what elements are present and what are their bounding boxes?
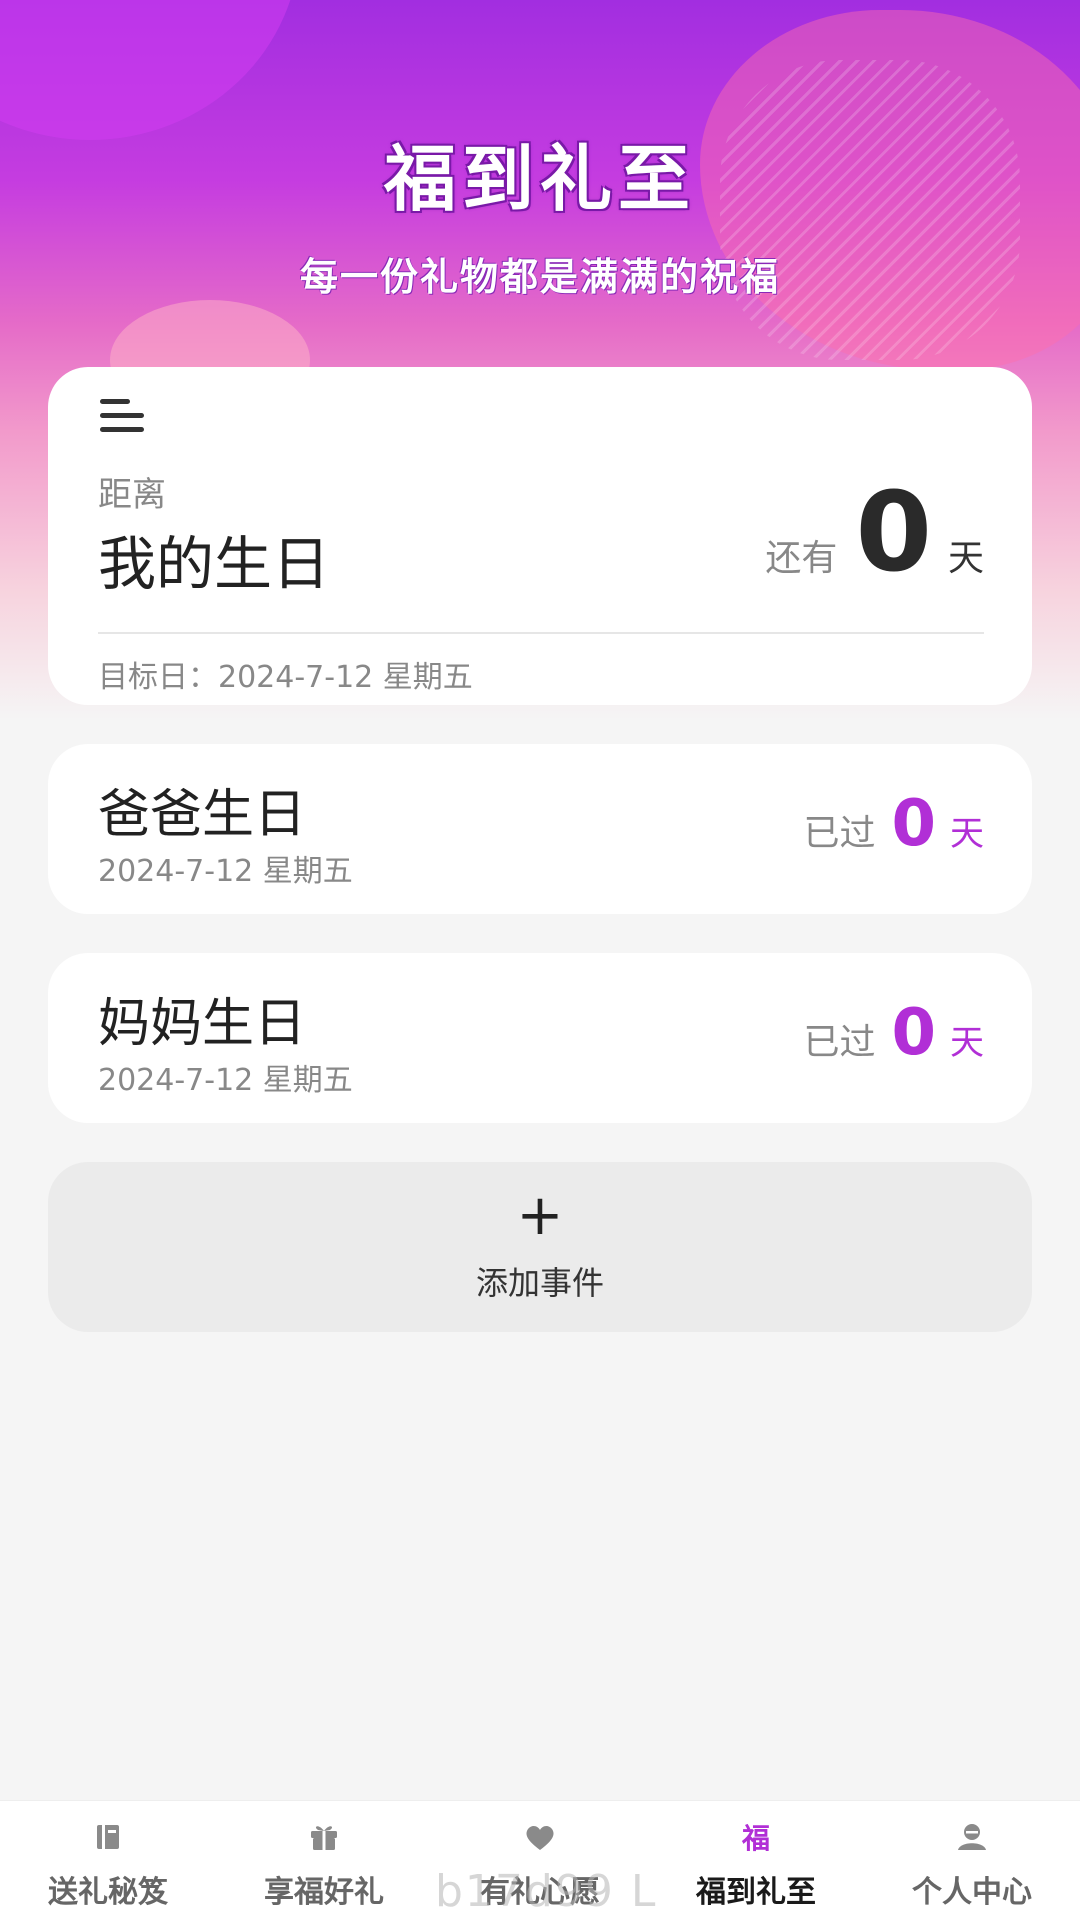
user-icon	[958, 1824, 986, 1850]
add-event-button[interactable]: + 添加事件	[48, 1162, 1032, 1332]
tab-profile[interactable]: 个人中心	[864, 1801, 1080, 1921]
tab-label: 福到礼至	[696, 1875, 816, 1910]
add-event-label: 添加事件	[475, 1264, 604, 1302]
tab-label: 送礼秘笈	[48, 1875, 168, 1910]
event-name: 妈妈生日	[98, 994, 307, 1054]
gift-icon	[311, 1826, 337, 1850]
event-card[interactable]: 妈妈生日 2024-7-12 星期五 已过 0 天	[48, 953, 1032, 1123]
hero-title: 福到礼至	[383, 137, 696, 221]
event-days: 0	[891, 996, 936, 1070]
countdown-unit: 天	[947, 538, 984, 579]
event-unit: 天	[950, 1023, 984, 1063]
event-card[interactable]: 爸爸生日 2024-7-12 星期五 已过 0 天	[48, 744, 1032, 914]
event-countdown: 已过 0 天	[803, 1001, 984, 1065]
main-event-name: 我的生日	[98, 530, 331, 598]
event-prefix: 已过	[803, 1022, 876, 1063]
countdown-days: 0	[855, 468, 932, 596]
menu-icon[interactable]	[100, 399, 148, 439]
distance-label: 距离	[98, 475, 166, 515]
event-date: 2024-7-12 星期五	[98, 854, 353, 889]
event-unit: 天	[950, 814, 984, 854]
fu-icon: 福	[741, 1822, 770, 1855]
event-prefix: 已过	[803, 813, 876, 854]
main-event-countdown: 还有 0 天	[765, 477, 984, 587]
tab-gift-tips[interactable]: 送礼秘笈	[0, 1801, 216, 1921]
decor-blob	[0, 0, 300, 140]
target-date: 目标日：2024-7-12 星期五	[98, 660, 473, 695]
book-icon	[97, 1825, 119, 1849]
tab-label: 享福好礼	[264, 1875, 384, 1910]
svg-text:福: 福	[741, 1822, 770, 1855]
tab-gifts[interactable]: 享福好礼	[216, 1801, 432, 1921]
tab-label: 个人中心	[912, 1875, 1032, 1910]
bottom-tab-bar: 送礼秘笈 享福好礼 有礼心愿 福 福到礼至 个人中心	[0, 1800, 1080, 1921]
event-name: 爸爸生日	[98, 785, 307, 845]
main-event-card[interactable]: 距离 我的生日 还有 0 天 目标日：2024-7-12 星期五	[48, 367, 1032, 705]
tab-fortune[interactable]: 福 福到礼至	[648, 1801, 864, 1921]
hero-subtitle: 每一份礼物都是满满的祝福	[299, 255, 780, 299]
plus-icon: +	[516, 1183, 564, 1248]
tab-wishes[interactable]: 有礼心愿	[432, 1801, 648, 1921]
event-countdown: 已过 0 天	[803, 792, 984, 856]
countdown-prefix: 还有	[765, 538, 838, 579]
tab-label: 有礼心愿	[480, 1875, 600, 1910]
divider	[98, 632, 984, 634]
heart-icon	[526, 1826, 554, 1850]
event-days: 0	[891, 787, 936, 861]
event-date: 2024-7-12 星期五	[98, 1063, 353, 1098]
